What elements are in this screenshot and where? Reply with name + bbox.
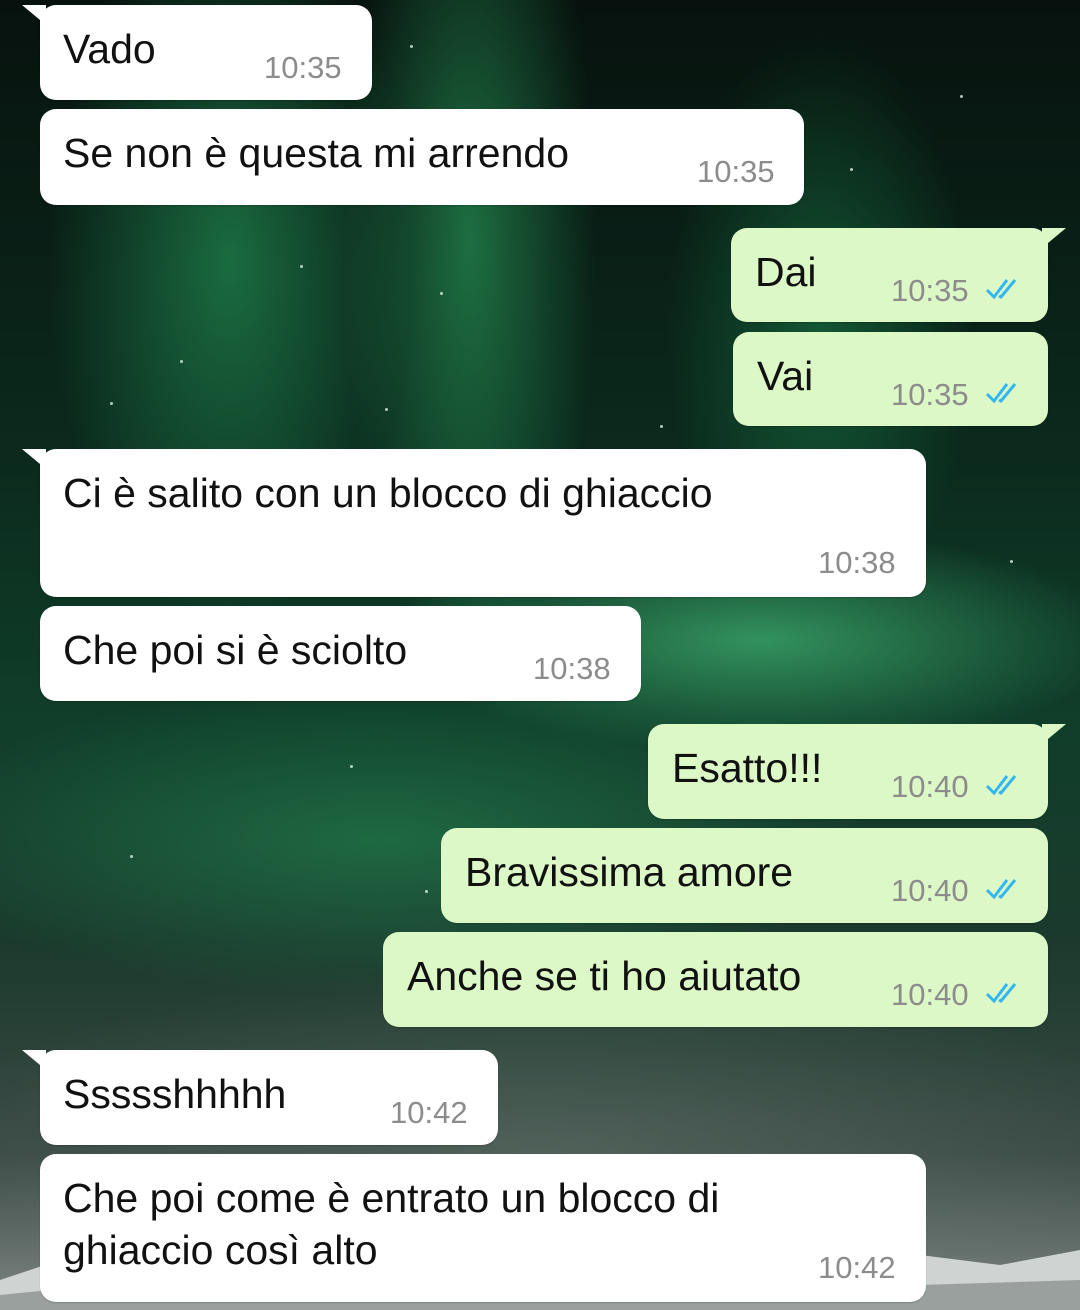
message-text: Se non è questa mi arrendo xyxy=(63,130,569,176)
message-text: Ci è salito con un blocco di ghiaccio xyxy=(63,470,713,516)
message-text: Bravissima amore xyxy=(465,849,794,895)
message-timestamp: 10:42 xyxy=(818,1250,896,1285)
message-text: Che poi si è sciolto xyxy=(63,627,408,673)
message-timestamp: 10:35 xyxy=(264,50,342,85)
incoming-message-bubble[interactable]: Che poi come è entrato un blocco di ghia… xyxy=(40,1154,926,1302)
message-timestamp: 10:40 xyxy=(891,769,969,804)
message-timestamp: 10:40 xyxy=(891,873,969,908)
message-timestamp: 10:40 xyxy=(891,977,969,1012)
message-timestamp: 10:38 xyxy=(818,545,896,580)
outgoing-message-bubble[interactable]: Bravissima amore 10:40 xyxy=(441,828,1048,923)
incoming-message-bubble[interactable]: Ssssshhhhh 10:42 xyxy=(22,1050,498,1145)
message-text: Anche se ti ho aiutato xyxy=(407,953,802,999)
read-double-check-icon xyxy=(985,279,1017,300)
message-text: Esatto!!! xyxy=(672,745,823,791)
read-double-check-icon xyxy=(985,775,1017,796)
message-text: Che poi come è entrato un blocco di ghia… xyxy=(63,1175,720,1273)
incoming-message-bubble[interactable]: Che poi si è sciolto 10:38 xyxy=(40,606,641,701)
read-double-check-icon xyxy=(985,383,1017,404)
incoming-message-bubble[interactable]: Ci è salito con un blocco di ghiaccio 10… xyxy=(22,449,926,597)
message-timestamp: 10:35 xyxy=(697,154,775,189)
message-text: Vai xyxy=(757,353,814,399)
message-timestamp: 10:42 xyxy=(390,1095,468,1130)
outgoing-message-bubble[interactable]: Esatto!!! 10:40 xyxy=(648,724,1066,819)
incoming-message-bubble[interactable]: Vado 10:35 xyxy=(22,5,372,100)
incoming-message-bubble[interactable]: Se non è questa mi arrendo 10:35 xyxy=(40,109,804,205)
message-text: Dai xyxy=(755,249,817,295)
message-timestamp: 10:35 xyxy=(891,377,969,412)
outgoing-message-bubble[interactable]: Anche se ti ho aiutato 10:40 xyxy=(383,932,1048,1027)
read-double-check-icon xyxy=(985,879,1017,900)
outgoing-message-bubble[interactable]: Vai 10:35 xyxy=(733,332,1048,426)
message-text: Ssssshhhhh xyxy=(63,1071,287,1117)
outgoing-message-bubble[interactable]: Dai 10:35 xyxy=(731,228,1066,322)
message-timestamp: 10:35 xyxy=(891,273,969,308)
message-timestamp: 10:38 xyxy=(533,651,611,686)
message-text: Vado xyxy=(63,26,156,72)
read-double-check-icon xyxy=(985,983,1017,1004)
